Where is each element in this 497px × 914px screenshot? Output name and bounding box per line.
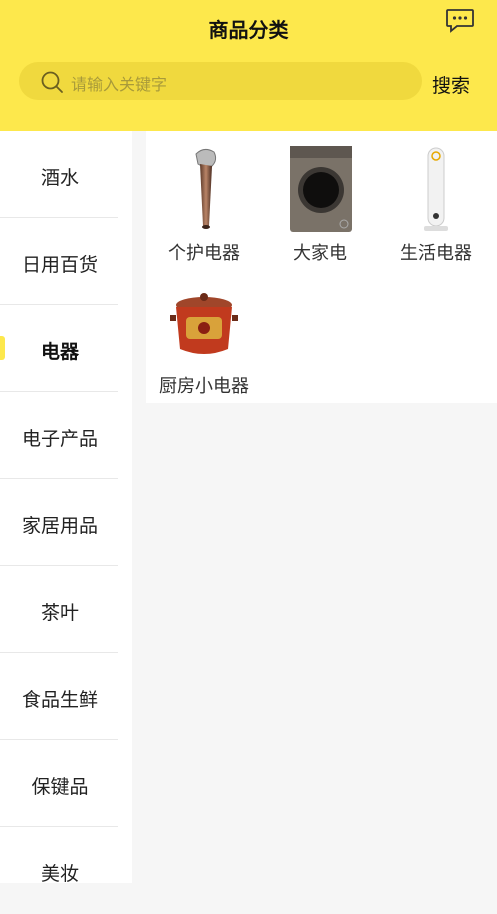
hair-dryer-icon — [195, 148, 217, 229]
product-name: 个护电器 — [168, 243, 240, 264]
sidebar-item-label: 日用百货 — [21, 254, 98, 276]
sidebar-item-beauty[interactable]: 美妆 — [0, 827, 132, 914]
subcategory-panel: 个护电器 大家电 生活电器 厨房小电器 — [146, 131, 497, 403]
sidebar-item-health[interactable]: 保键品 — [0, 740, 132, 827]
search-placeholder: 请输入关键字 — [71, 75, 168, 94]
sidebar-item-appliances[interactable]: 电器 — [0, 305, 132, 392]
sidebar-item-electronics[interactable]: 电子产品 — [0, 392, 132, 479]
page-title: 商品分类 — [208, 18, 289, 42]
sidebar-item-label: 茶叶 — [40, 602, 79, 624]
category-sidebar: 酒水 日用百货 电器 电子产品 家居用品 茶叶 食品生鲜 保键品 美妆 — [0, 131, 132, 885]
sidebar-item-daily-goods[interactable]: 日用百货 — [0, 218, 132, 305]
sidebar-item-label: 电子产品 — [21, 428, 98, 450]
search-button[interactable]: 搜索 — [432, 71, 470, 98]
search-input[interactable]: 请输入关键字 — [19, 62, 422, 100]
sidebar-item-label: 食品生鲜 — [21, 689, 98, 711]
washing-machine-icon — [290, 146, 352, 232]
product-name: 大家电 — [293, 243, 347, 264]
search-icon — [41, 71, 63, 93]
product-kitchen-appliance[interactable]: 厨房小电器 — [146, 269, 262, 399]
sidebar-item-home[interactable]: 家居用品 — [0, 479, 132, 566]
sidebar-item-label: 保键品 — [31, 776, 89, 798]
header: 商品分类 请输入关键字 搜索 — [0, 0, 497, 131]
sidebar-item-label: 酒水 — [40, 167, 79, 189]
sidebar-item-label: 电器 — [40, 341, 79, 363]
product-name: 生活电器 — [400, 243, 472, 264]
sidebar-item-label: 美妆 — [40, 863, 79, 885]
sidebar-item-fresh-food[interactable]: 食品生鲜 — [0, 653, 132, 740]
sidebar-item-label: 家居用品 — [21, 515, 98, 537]
chat-bubble-icon[interactable] — [445, 8, 475, 34]
active-indicator — [0, 336, 5, 360]
product-large-appliance[interactable]: 大家电 — [262, 136, 378, 266]
sidebar-item-drinks[interactable]: 酒水 — [0, 131, 132, 218]
air-purifier-icon — [424, 147, 448, 231]
product-personal-care[interactable]: 个护电器 — [146, 136, 262, 266]
slow-cooker-icon — [170, 293, 238, 354]
product-household-appliance[interactable]: 生活电器 — [378, 136, 494, 266]
product-name: 厨房小电器 — [159, 376, 249, 397]
sidebar-item-tea[interactable]: 茶叶 — [0, 566, 132, 653]
